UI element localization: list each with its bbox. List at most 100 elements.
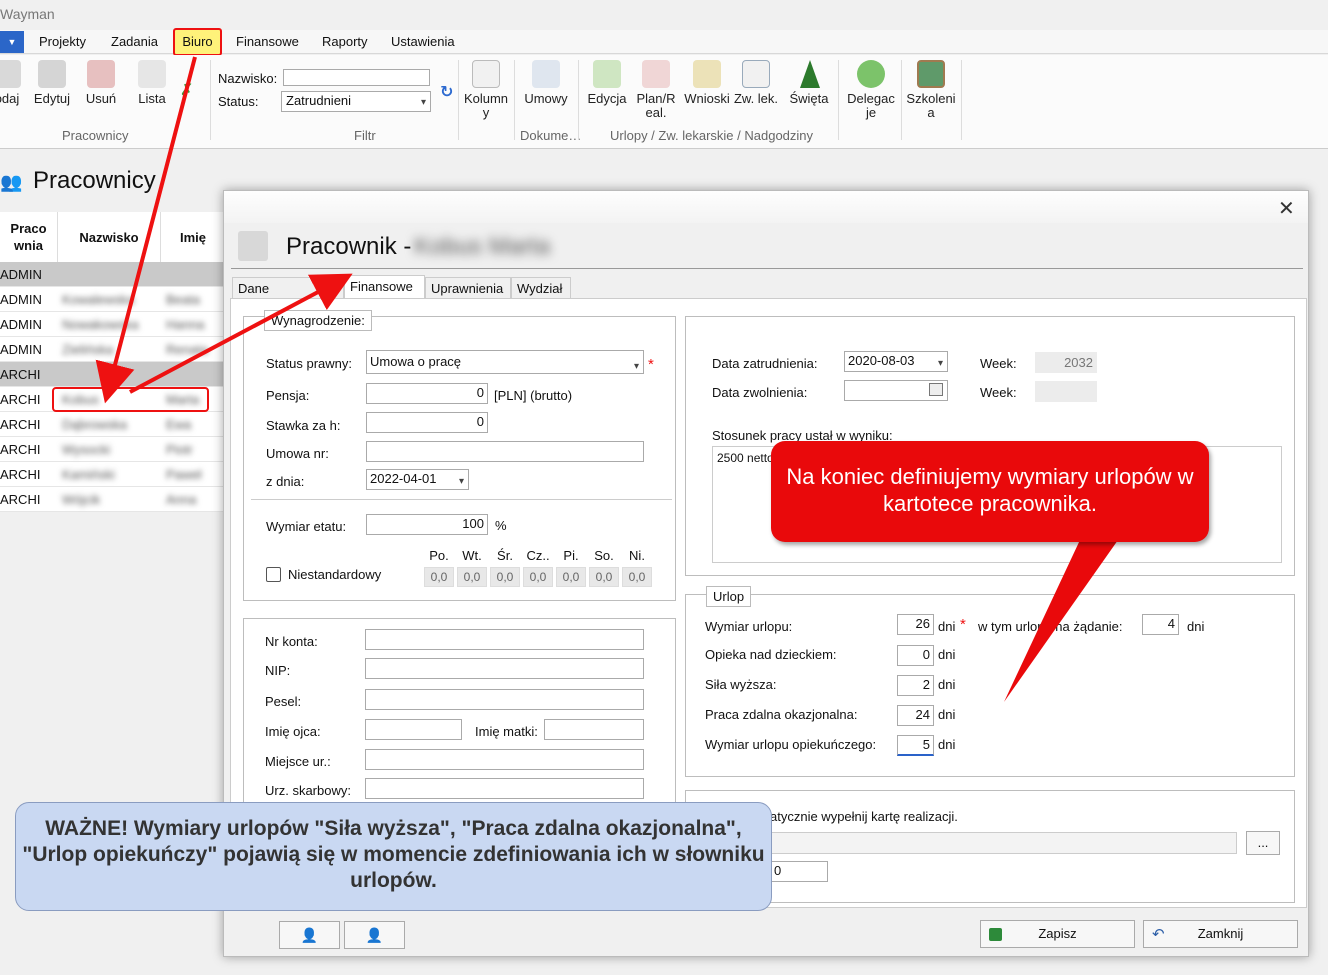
nip-input[interactable] — [365, 658, 644, 679]
day-label: Ni. — [629, 548, 645, 563]
opieka-input[interactable]: 0 — [897, 645, 934, 666]
close-icon[interactable]: ✕ — [1278, 196, 1295, 221]
table-row[interactable]: ARCHI Dąbrowska Ewa — [0, 412, 225, 437]
umowa-nr-input[interactable] — [366, 441, 644, 462]
realizacja-value-input[interactable]: 0 — [770, 861, 828, 882]
table-row[interactable]: ARCHI Wójcik Anna — [0, 487, 225, 512]
add-employee-button[interactable]: odaj — [0, 60, 22, 106]
user-action-button-2[interactable]: 👤 — [344, 921, 405, 949]
z-dnia-label: z dnia: — [266, 474, 305, 489]
day-label: Pi. — [563, 548, 579, 563]
table-row[interactable]: ADMIN — [0, 262, 225, 287]
undo-icon: ↶ — [1152, 926, 1165, 943]
edycja-button[interactable]: Edycja — [586, 60, 628, 106]
delete-employee-button[interactable]: Usuń — [82, 60, 120, 106]
na-zadanie-label: w tym urlopu na żądanie: — [978, 619, 1123, 634]
ribbon-separator — [458, 60, 459, 140]
pesel-input[interactable] — [365, 689, 644, 710]
table-row[interactable]: ARCHI — [0, 362, 225, 387]
delegacje-button[interactable]: Delegac je — [844, 60, 898, 120]
day-hours: 0,0 — [490, 567, 520, 587]
dialog-title: Pracownik - — [286, 233, 412, 260]
imie-ojca-input[interactable] — [365, 719, 462, 740]
nr-konta-input[interactable] — [365, 629, 644, 650]
save-button[interactable]: Zapisz — [980, 920, 1135, 948]
cell-nazwisko: Wójcik — [62, 492, 101, 507]
save-label: Zapisz — [1038, 926, 1077, 941]
urz-skarbowy-label: Urz. skarbowy: — [265, 783, 351, 798]
day-label: Wt. — [462, 548, 482, 563]
pensja-input[interactable]: 0 — [366, 383, 488, 404]
cell-pracownia: ARCHI — [0, 442, 41, 457]
data-zatrudnienia-datepicker[interactable]: 2020-08-03 ▾ — [844, 351, 948, 372]
z-dnia-datepicker[interactable]: 2022-04-01 ▾ — [366, 469, 469, 490]
edit-user-icon — [38, 60, 66, 88]
column-header-nazwisko[interactable]: Nazwisko — [57, 212, 160, 262]
menu-zadania[interactable]: Zadania — [111, 34, 158, 49]
columns-label-2: y — [482, 105, 490, 120]
column-header-pracownia[interactable]: Praco wnia — [0, 212, 57, 262]
szkolenia-button[interactable]: Szkoleni a — [904, 60, 958, 120]
close-label: Zamknij — [1197, 926, 1244, 941]
zw-lek-button[interactable]: Zw. lek. — [732, 60, 780, 106]
excel-export-icon[interactable]: ✗ — [180, 80, 200, 100]
data-zwolnienia-datepicker[interactable] — [844, 380, 948, 401]
sila-wyzsza-input[interactable]: 2 — [897, 675, 934, 696]
app-menu-button[interactable]: ▼ — [0, 31, 24, 53]
praca-zdalna-input[interactable]: 24 — [897, 705, 934, 726]
umowy-button[interactable]: Umowy — [520, 60, 572, 106]
app-title: Wayman — [0, 6, 55, 22]
menu-ustawienia[interactable]: Ustawienia — [391, 34, 455, 49]
columns-label-1: Kolumn — [463, 91, 509, 106]
szkolenia-label-1: Szkoleni — [906, 91, 956, 106]
column-header-imie[interactable]: Imię — [160, 212, 225, 262]
swieta-button[interactable]: Święta — [786, 60, 832, 106]
table-row[interactable]: ADMIN Kowalewska Beata — [0, 287, 225, 312]
tab-finansowe[interactable]: Finansowe — [344, 275, 425, 299]
cell-nazwisko: Nowakowska — [62, 317, 139, 332]
table-row[interactable]: ARCHI Kamiński Paweł — [0, 462, 225, 487]
plan-real-button[interactable]: Plan/R eal. — [634, 60, 678, 120]
menu-projekty[interactable]: Projekty — [39, 34, 86, 49]
required-marker: * — [960, 616, 966, 633]
menu-raporty[interactable]: Raporty — [322, 34, 368, 49]
list-label: Lista — [138, 91, 166, 106]
realizacja-path-field[interactable] — [770, 832, 1237, 854]
urlopy-group-label: Urlopy / Zw. lekarskie / Nadgodziny — [610, 128, 814, 143]
status-filter-select[interactable]: Zatrudnieni ▾ — [281, 91, 431, 112]
status-prawny-select[interactable]: Umowa o pracę ▾ — [366, 350, 644, 374]
close-button[interactable]: ↶ Zamknij — [1143, 920, 1298, 948]
wymiar-etatu-input[interactable]: 100 — [366, 514, 488, 535]
stawka-input[interactable]: 0 — [366, 412, 488, 433]
na-zadanie-input[interactable]: 4 — [1142, 614, 1179, 635]
user-action-button-1[interactable]: 👤 — [279, 921, 340, 949]
day-hours: 0,0 — [622, 567, 652, 587]
refresh-icon[interactable]: ↻ — [440, 82, 453, 102]
tab-dane-pracownika[interactable]: Dane pracownika — [232, 277, 344, 311]
globe-icon — [857, 60, 885, 88]
plan-real-label-2: eal. — [645, 105, 667, 120]
table-row[interactable]: ADMIN Nowakowska Hanna — [0, 312, 225, 337]
opiekunczy-input[interactable]: 5 — [897, 735, 934, 756]
table-row[interactable]: ARCHI Wysocki Piotr — [0, 437, 225, 462]
urz-skarbowy-input[interactable] — [365, 778, 644, 799]
tab-wydzial[interactable]: Wydział — [511, 277, 571, 299]
menu-biuro[interactable]: Biuro — [173, 28, 222, 56]
menu-finansowe[interactable]: Finansowe — [236, 34, 299, 49]
miejsce-ur-input[interactable] — [365, 749, 644, 770]
wnioski-button[interactable]: Wnioski — [682, 60, 732, 106]
nazwisko-filter-input[interactable] — [283, 69, 430, 86]
list-button[interactable]: Lista — [134, 60, 170, 106]
columns-button[interactable]: Kolumn y — [462, 60, 510, 120]
edit-employee-button[interactable]: Edytuj — [32, 60, 72, 106]
niestandardowy-label: Niestandardowy — [288, 567, 382, 582]
nr-konta-label: Nr konta: — [265, 634, 318, 649]
browse-button[interactable]: ... — [1246, 831, 1280, 855]
table-row[interactable]: ADMIN Zielińska Renata — [0, 337, 225, 362]
niestandardowy-checkbox[interactable] — [266, 567, 281, 582]
realizacja-label: atycznie wypełnij kartę realizacji. — [770, 809, 958, 824]
blackboard-icon — [917, 60, 945, 88]
imie-matki-input[interactable] — [544, 719, 644, 740]
wymiar-urlopu-input[interactable]: 26 — [897, 614, 934, 635]
tab-uprawnienia[interactable]: Uprawnienia — [425, 277, 511, 299]
